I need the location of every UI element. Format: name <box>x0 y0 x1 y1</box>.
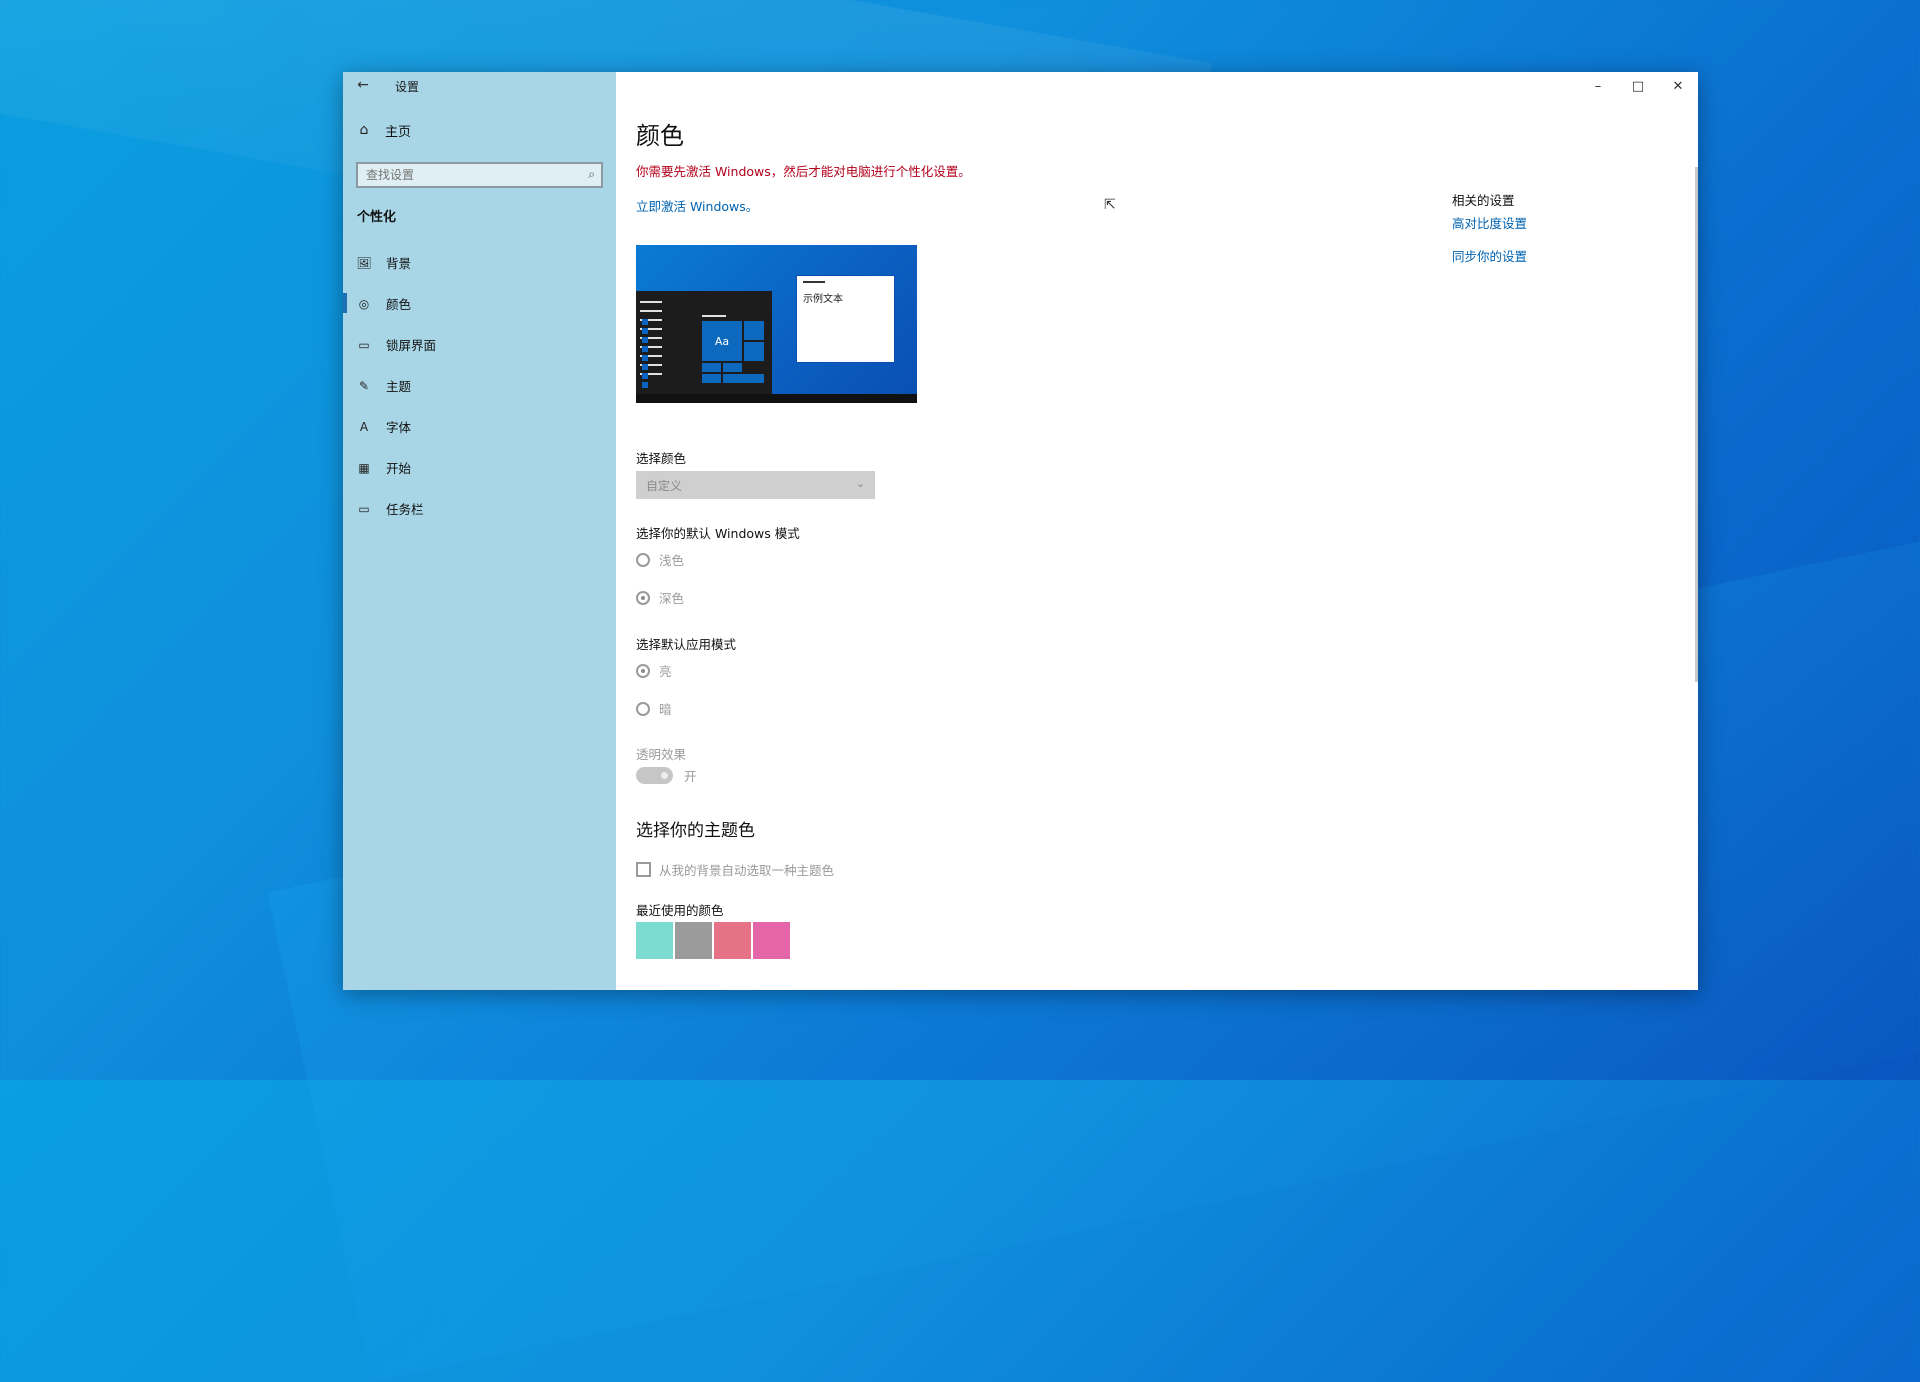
radio-label: 深色 <box>659 591 685 606</box>
high-contrast-link[interactable]: 高对比度设置 <box>1452 213 1527 232</box>
maximize-button[interactable]: □ <box>1618 72 1658 100</box>
minimize-icon: – <box>1594 78 1602 94</box>
activate-windows-link[interactable]: 立即激活 Windows。 <box>636 196 758 215</box>
sidebar-item-label: 主页 <box>385 124 412 140</box>
sidebar-item-label: 锁屏界面 <box>386 338 437 353</box>
radio-app-light[interactable]: 亮 <box>636 661 672 680</box>
sidebar-item-colors[interactable]: ◎ 颜色 <box>343 283 616 324</box>
search-icon[interactable]: ⌕ <box>588 167 595 182</box>
toggle-state-label: 开 <box>684 769 697 784</box>
auto-accent-checkbox-row[interactable]: 从我的背景自动选取一种主题色 <box>636 860 834 879</box>
sidebar-item-label: 开始 <box>386 461 412 476</box>
font-icon: A <box>359 419 369 434</box>
checkbox-label: 从我的背景自动选取一种主题色 <box>659 863 835 878</box>
radio-label: 浅色 <box>659 553 685 568</box>
taskbar-icon: ▭ <box>358 501 370 516</box>
preview-taskbar <box>636 394 917 403</box>
search-input[interactable] <box>358 164 574 186</box>
radio-button[interactable] <box>636 552 650 567</box>
dropdown-value: 自定义 <box>646 478 683 493</box>
recent-colors-label: 最近使用的颜色 <box>636 903 724 918</box>
theme-icon: ✎ <box>358 378 370 393</box>
close-button[interactable]: ✕ <box>1658 72 1698 100</box>
radio-label: 暗 <box>659 702 672 717</box>
minimize-button[interactable]: – <box>1578 72 1618 100</box>
auto-accent-checkbox[interactable] <box>636 862 651 877</box>
sidebar-item-label: 任务栏 <box>386 502 424 517</box>
section-title: 个性化 <box>357 210 397 225</box>
sidebar-item-label: 颜色 <box>386 297 412 312</box>
sidebar-item-taskbar[interactable]: ▭ 任务栏 <box>343 488 616 529</box>
radio-button[interactable] <box>636 701 650 716</box>
choose-color-label: 选择颜色 <box>636 451 687 466</box>
sidebar-item-home[interactable]: ⌂ 主页 <box>353 118 411 142</box>
settings-sidebar: ← 设置 ⌂ 主页 ⌕ 个性化 🖼 背景 ◎ 颜色 ▭ 锁屏界面 <box>343 72 616 990</box>
preview-tile: Aa <box>702 321 742 361</box>
app-mode-label: 选择默认应用模式 <box>636 637 737 652</box>
windows-mode-label: 选择你的默认 Windows 模式 <box>636 526 800 541</box>
close-icon: ✕ <box>1672 78 1684 94</box>
color-swatch[interactable] <box>753 922 790 959</box>
accent-color-heading: 选择你的主题色 <box>636 821 755 841</box>
radio-app-dark[interactable]: 暗 <box>636 699 672 718</box>
color-swatch[interactable] <box>636 922 673 959</box>
settings-window: ← 设置 ⌂ 主页 ⌕ 个性化 🖼 背景 ◎ 颜色 ▭ 锁屏界面 <box>343 72 1698 990</box>
sync-settings-link[interactable]: 同步你的设置 <box>1452 246 1527 265</box>
mouse-cursor-icon: ⇱ <box>1104 197 1116 213</box>
related-settings-title: 相关的设置 <box>1452 193 1515 208</box>
settings-content: – □ ✕ 颜色 你需要先激活 Windows，然后才能对电脑进行个性化设置。 … <box>616 72 1698 990</box>
transparency-label: 透明效果 <box>636 747 687 762</box>
sidebar-nav: 🖼 背景 ◎ 颜色 ▭ 锁屏界面 ✎ 主题 A 字体 ▦ 开始 ▭ 任务栏 <box>343 242 616 529</box>
radio-label: 亮 <box>659 664 672 679</box>
sidebar-item-fonts[interactable]: A 字体 <box>343 406 616 447</box>
start-icon: ▦ <box>358 460 370 475</box>
radio-button[interactable] <box>636 590 650 605</box>
page-title: 颜色 <box>636 122 684 150</box>
scrollbar[interactable] <box>1695 167 1698 682</box>
maximize-icon: □ <box>1631 78 1645 94</box>
radio-windows-light[interactable]: 浅色 <box>636 550 684 569</box>
radio-button[interactable] <box>636 663 650 678</box>
image-icon: 🖼 <box>356 255 372 270</box>
lock-screen-icon: ▭ <box>358 337 370 352</box>
sidebar-item-lock-screen[interactable]: ▭ 锁屏界面 <box>343 324 616 365</box>
color-swatch[interactable] <box>675 922 712 959</box>
color-swatch[interactable] <box>714 922 751 959</box>
theme-preview: Aa 示例文本 <box>636 245 917 403</box>
transparency-toggle-row[interactable]: 开 <box>636 766 697 785</box>
back-arrow-icon: ← <box>357 77 369 93</box>
preview-start-menu: Aa <box>636 291 772 394</box>
transparency-toggle[interactable] <box>636 767 673 784</box>
preview-sample-text: 示例文本 <box>803 294 843 305</box>
sidebar-item-label: 字体 <box>386 420 412 435</box>
home-icon: ⌂ <box>359 122 369 138</box>
window-title: 设置 <box>395 80 420 94</box>
color-mode-dropdown[interactable]: 自定义 ⌄ <box>636 471 875 499</box>
sidebar-item-background[interactable]: 🖼 背景 <box>343 242 616 283</box>
palette-icon: ◎ <box>358 296 370 311</box>
sidebar-item-start[interactable]: ▦ 开始 <box>343 447 616 488</box>
activation-warning: 你需要先激活 Windows，然后才能对电脑进行个性化设置。 <box>636 164 971 179</box>
preview-window: 示例文本 <box>796 275 895 363</box>
sidebar-item-themes[interactable]: ✎ 主题 <box>343 365 616 406</box>
back-button[interactable]: ← <box>343 72 383 98</box>
chevron-down-icon: ⌄ <box>855 477 865 490</box>
sidebar-item-label: 主题 <box>386 379 412 394</box>
recent-colors <box>636 922 790 959</box>
sidebar-item-label: 背景 <box>386 256 412 271</box>
search-box[interactable]: ⌕ <box>356 162 603 188</box>
radio-windows-dark[interactable]: 深色 <box>636 588 684 607</box>
